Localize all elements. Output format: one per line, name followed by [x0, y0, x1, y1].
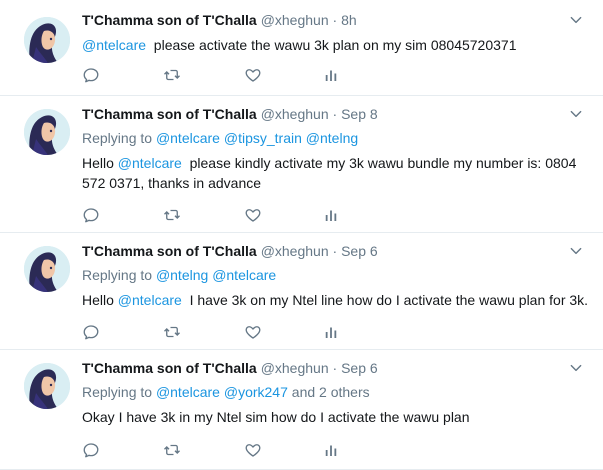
reply-mention-link[interactable]: @tipsy_train [224, 130, 302, 146]
tweet-text: Okay I have 3k in my Ntel sim how do I a… [82, 407, 592, 427]
replying-to-label: Replying to [82, 267, 153, 283]
separator: · [332, 360, 338, 376]
reply-mention-link[interactable]: @ntelng [156, 267, 208, 283]
tweet-header: T'Chamma son of T'Challa @xheghun · 8h [82, 11, 357, 29]
retweet-icon[interactable] [163, 441, 181, 459]
chevron-down-icon[interactable] [569, 107, 583, 121]
tweet-text: Hello @ntelcare please kindly activate m… [82, 153, 592, 193]
reply-others[interactable]: and 2 others [292, 384, 370, 400]
reply-mention-link[interactable]: @york247 [224, 384, 288, 400]
tweet-text: Hello @ntelcare I have 3k on my Ntel lin… [82, 290, 592, 310]
retweet-icon[interactable] [163, 66, 181, 84]
replying-to-label: Replying to [82, 130, 153, 146]
username[interactable]: @xheghun [261, 106, 329, 122]
retweet-icon[interactable] [163, 206, 181, 224]
reply-mention-link[interactable]: @ntelcare [156, 384, 220, 400]
tweet-header: T'Chamma son of T'Challa @xheghun · Sep 6 [82, 359, 378, 377]
display-name[interactable]: T'Chamma son of T'Challa [82, 243, 257, 259]
analytics-icon[interactable] [322, 206, 340, 224]
avatar[interactable] [24, 17, 70, 63]
tweet-text-segment: I have 3k on my Ntel line how do I activ… [181, 292, 589, 308]
tweet[interactable]: T'Chamma son of T'Challa @xheghun · Sep 6… [0, 233, 603, 350]
tweet-text-segment: Hello [82, 155, 118, 171]
replying-to: Replying to @ntelcare @york247 and 2 oth… [82, 383, 370, 401]
avatar[interactable] [24, 109, 70, 155]
reply-icon[interactable] [82, 66, 100, 84]
tweet[interactable]: T'Chamma son of T'Challa @xheghun · 8h @n… [0, 0, 603, 96]
mention-link[interactable]: @ntelcare [118, 292, 182, 308]
separator: · [332, 12, 338, 28]
tweet-header: T'Chamma son of T'Challa @xheghun · Sep 8 [82, 105, 378, 123]
tweet-text-segment: Okay I have 3k in my Ntel sim how do I a… [82, 409, 470, 425]
tweet-text-segment: please activate the wawu 3k plan on my s… [146, 37, 517, 53]
reply-icon[interactable] [82, 323, 100, 341]
timestamp[interactable]: Sep 6 [341, 360, 378, 376]
replying-to-label: Replying to [82, 384, 153, 400]
replying-to: Replying to @ntelng @ntelcare [82, 266, 276, 284]
tweet[interactable]: T'Chamma son of T'Challa @xheghun · Sep 6… [0, 350, 603, 470]
like-icon[interactable] [244, 323, 262, 341]
analytics-icon[interactable] [322, 323, 340, 341]
timestamp[interactable]: Sep 8 [341, 106, 378, 122]
retweet-icon[interactable] [163, 323, 181, 341]
like-icon[interactable] [244, 206, 262, 224]
replying-to: Replying to @ntelcare @tipsy_train @ntel… [82, 129, 358, 147]
timeline: T'Chamma son of T'Challa @xheghun · 8h @n… [0, 0, 603, 470]
username[interactable]: @xheghun [261, 243, 329, 259]
reply-icon[interactable] [82, 206, 100, 224]
tweet-text: @ntelcare please activate the wawu 3k pl… [82, 35, 592, 55]
reply-icon[interactable] [82, 441, 100, 459]
reply-mention-link[interactable]: @ntelcare [156, 130, 220, 146]
mention-link[interactable]: @ntelcare [82, 37, 146, 53]
tweet[interactable]: T'Chamma son of T'Challa @xheghun · Sep 8… [0, 96, 603, 233]
tweet-header: T'Chamma son of T'Challa @xheghun · Sep 6 [82, 242, 378, 260]
analytics-icon[interactable] [322, 66, 340, 84]
display-name[interactable]: T'Chamma son of T'Challa [82, 12, 257, 28]
separator: · [332, 243, 338, 259]
analytics-icon[interactable] [322, 441, 340, 459]
tweet-actions [82, 441, 382, 459]
mention-link[interactable]: @ntelcare [118, 155, 182, 171]
timestamp[interactable]: Sep 6 [341, 243, 378, 259]
chevron-down-icon[interactable] [569, 361, 583, 375]
avatar[interactable] [24, 246, 70, 292]
timestamp[interactable]: 8h [341, 12, 357, 28]
tweet-text-segment: Hello [82, 292, 118, 308]
reply-mention-link[interactable]: @ntelcare [212, 267, 276, 283]
like-icon[interactable] [244, 66, 262, 84]
tweet-actions [82, 66, 382, 84]
avatar[interactable] [24, 363, 70, 409]
like-icon[interactable] [244, 441, 262, 459]
chevron-down-icon[interactable] [569, 244, 583, 258]
tweet-actions [82, 323, 382, 341]
username[interactable]: @xheghun [261, 12, 329, 28]
username[interactable]: @xheghun [261, 360, 329, 376]
separator: · [332, 106, 338, 122]
reply-mention-link[interactable]: @ntelng [306, 130, 358, 146]
chevron-down-icon[interactable] [569, 13, 583, 27]
display-name[interactable]: T'Chamma son of T'Challa [82, 360, 257, 376]
display-name[interactable]: T'Chamma son of T'Challa [82, 106, 257, 122]
tweet-actions [82, 206, 382, 224]
